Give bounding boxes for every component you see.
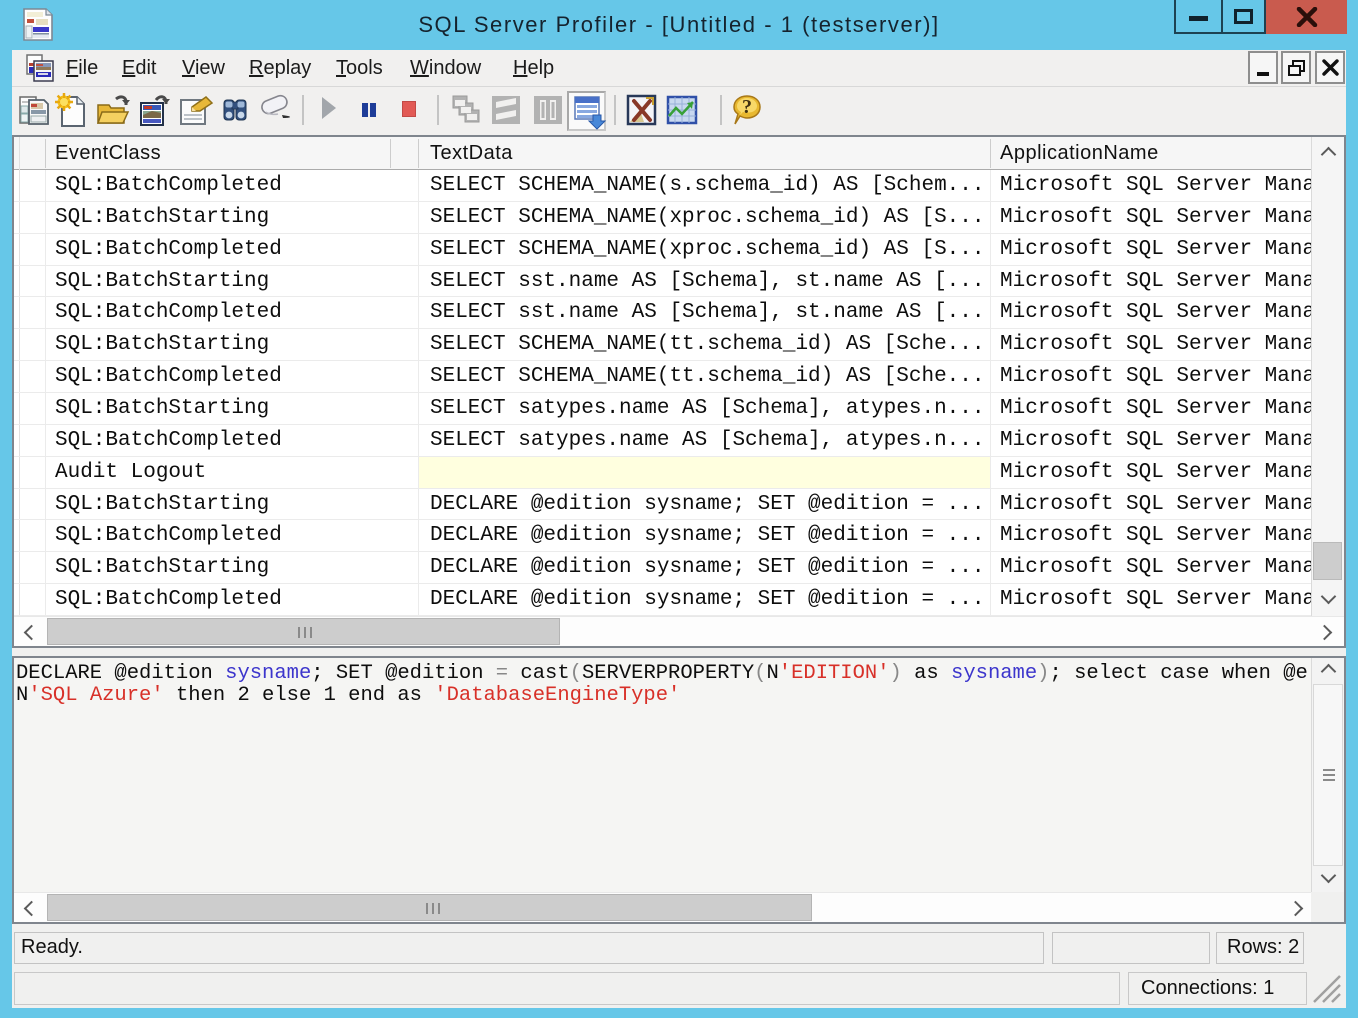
svg-text:?: ? [742, 96, 752, 118]
